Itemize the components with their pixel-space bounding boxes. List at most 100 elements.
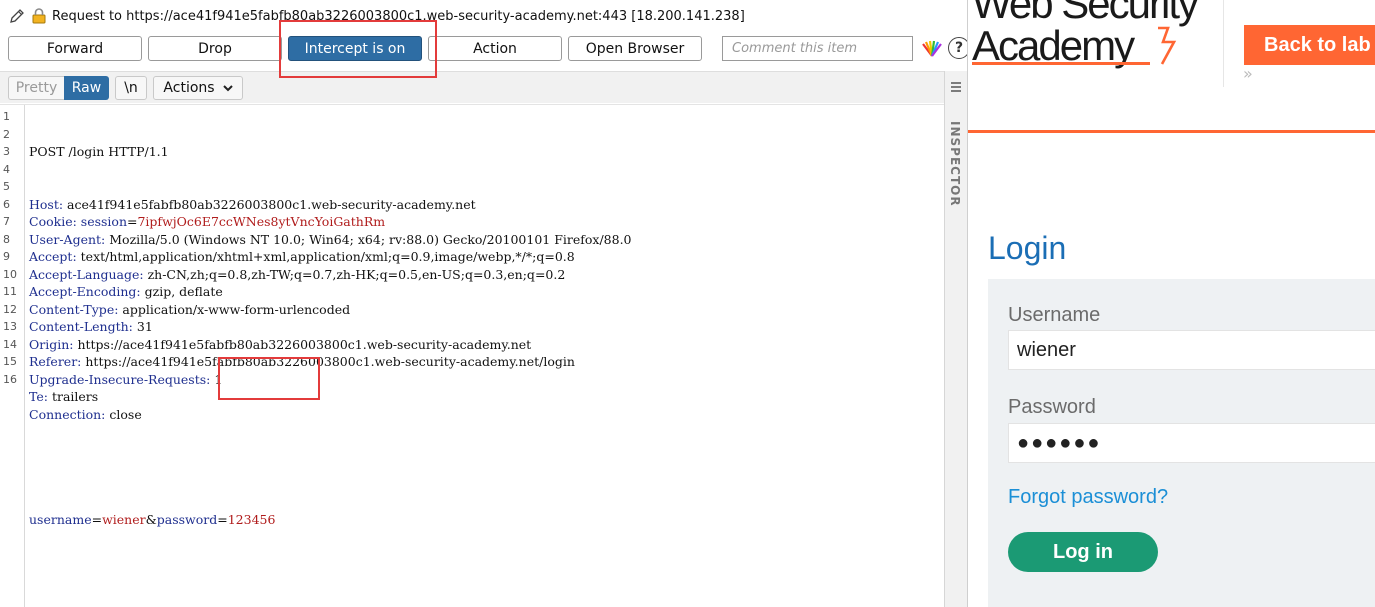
header-line: Content-Type: application/x-www-form-url…: [29, 301, 632, 319]
request-text[interactable]: POST /login HTTP/1.1 Host: ace41f941e5fa…: [29, 108, 632, 563]
line-number: 6: [3, 197, 10, 211]
header-name: Cookie:: [29, 214, 77, 229]
header-name: Upgrade-Insecure-Requests:: [29, 371, 211, 387]
action-button[interactable]: Action: [428, 36, 562, 61]
header-name: Accept-Encoding:: [29, 284, 141, 299]
body-key-username: username: [29, 511, 92, 527]
forward-button[interactable]: Forward: [8, 36, 142, 61]
request-editor[interactable]: 1 2 3 4 5 6 7 8 9 10 11 12 13 14 15 16 POST /login HTTP…: [0, 104, 944, 607]
header-name: User-Agent:: [29, 231, 106, 247]
line-number: 10: [3, 267, 17, 281]
header-divider: [1223, 0, 1224, 87]
highlight-color-icon[interactable]: [921, 38, 943, 60]
editor-actions-menu[interactable]: Actions: [153, 76, 243, 100]
inspector-label: INSPECTOR: [948, 121, 962, 207]
login-button[interactable]: Log in: [1008, 532, 1158, 572]
header-value: zh-CN,zh;q=0.8,zh-TW;q=0.7,zh-HK;q=0.5,e…: [143, 266, 566, 282]
line-number: 16: [3, 372, 17, 386]
header-value: https://ace41f941e5fabfb80ab3226003800c1…: [81, 354, 575, 369]
pencil-icon[interactable]: [8, 7, 26, 25]
line-number: 11: [3, 285, 17, 298]
line-number: 5: [3, 180, 10, 193]
request-headers: Host: ace41f941e5fabfb80ab3226003800c1.w…: [29, 196, 632, 424]
header-name: Referer:: [29, 354, 82, 369]
body-eq: =: [91, 511, 103, 527]
header-value: ace41f941e5fabfb80ab3226003800c1.web-sec…: [63, 196, 476, 212]
double-chevron-icon[interactable]: »: [1243, 64, 1253, 83]
intercept-toggle-button[interactable]: Intercept is on: [288, 36, 422, 61]
inspector-sidebar[interactable]: INSPECTOR: [944, 71, 967, 607]
username-input[interactable]: wiener: [1008, 330, 1375, 370]
newline-toggle-button[interactable]: \n: [115, 76, 147, 100]
header-line: Accept-Language: zh-CN,zh;q=0.8,zh-TW;q=…: [29, 266, 632, 284]
comment-input[interactable]: Comment this item: [722, 36, 913, 61]
line-number: 3: [3, 145, 10, 158]
header-value: gzip, deflate: [140, 284, 223, 299]
web-security-academy-page: Web Security Academy Back to lab » Login…: [967, 0, 1375, 607]
cookie-eq: =: [127, 214, 138, 229]
body-value-username: wiener: [102, 511, 146, 527]
request-start-line: POST /login HTTP/1.1: [29, 144, 169, 159]
header-line: Te: trailers: [29, 388, 632, 406]
header-name: Content-Type:: [29, 301, 119, 317]
request-info-bar: Request to https://ace41f941e5fabfb80ab3…: [8, 6, 745, 26]
page-title: Login: [988, 230, 1067, 266]
header-value: text/html,application/xhtml+xml,applicat…: [76, 249, 575, 264]
header-name: Host:: [29, 196, 64, 212]
cookie-value: 7ipfwjOc6E7ccWNes8ytVncYoiGathRm: [137, 214, 386, 229]
body-value-password: 123456: [227, 511, 276, 527]
cookie-name: session: [80, 214, 127, 229]
header-line: Host: ace41f941e5fabfb80ab3226003800c1.w…: [29, 196, 632, 214]
header-line: Origin: https://ace41f941e5fabfb80ab3226…: [29, 336, 632, 354]
header-line: Connection: close: [29, 406, 632, 424]
header-line: Content-Length: 31: [29, 318, 632, 336]
body-eq: =: [217, 511, 228, 527]
password-input[interactable]: ●●●●●●: [1008, 423, 1375, 463]
line-number: 12: [3, 302, 17, 316]
header-name: Accept-Language:: [29, 266, 144, 282]
editor-actions-label: Actions: [163, 80, 215, 96]
pretty-view-tab[interactable]: Pretty: [8, 76, 64, 100]
header-line: Cookie: session=7ipfwjOc6E7ccWNes8ytVncY…: [29, 213, 632, 231]
line-number: 4: [3, 162, 10, 176]
line-number: 8: [3, 232, 10, 246]
header-value: 1: [210, 371, 223, 387]
header-name: Te:: [29, 389, 48, 404]
academy-bolt-icon: [1158, 26, 1177, 65]
header-name: Origin:: [29, 336, 74, 352]
line-number: 15: [3, 355, 17, 368]
menu-icon[interactable]: [950, 81, 962, 93]
request-target: Request to https://ace41f941e5fabfb80ab3…: [52, 8, 745, 24]
open-browser-button[interactable]: Open Browser: [568, 36, 702, 61]
header-value: trailers: [47, 389, 99, 404]
header-orange-rule: [968, 130, 1375, 133]
forgot-password-link[interactable]: Forgot password?: [1008, 486, 1168, 509]
back-to-lab-button[interactable]: Back to lab: [1244, 25, 1375, 65]
line-number: 13: [3, 320, 17, 333]
header-name: Content-Length:: [29, 319, 133, 334]
request-body: username=wiener&password=123456: [29, 511, 632, 529]
line-number: 2: [3, 127, 10, 141]
password-label: Password: [1008, 396, 1096, 418]
header-name: Connection:: [29, 406, 106, 422]
line-number-gutter: 1 2 3 4 5 6 7 8 9 10 11 12 13 14 15 16: [0, 105, 25, 607]
message-editor-toolbar: Pretty Raw \n Actions: [0, 71, 944, 103]
header-value: https://ace41f941e5fabfb80ab3226003800c1…: [73, 336, 532, 352]
header-value: Mozilla/5.0 (Windows NT 10.0; Win64; x64…: [105, 231, 632, 247]
header-value: 31: [132, 319, 153, 334]
lock-icon: [32, 8, 46, 24]
header-line: Referer: https://ace41f941e5fabfb80ab322…: [29, 353, 632, 371]
header-line: Accept: text/html,application/xhtml+xml,…: [29, 248, 632, 266]
logo-underline: [972, 62, 1150, 65]
header-value: application/x-www-form-urlencoded: [118, 301, 351, 317]
header-line: Accept-Encoding: gzip, deflate: [29, 283, 632, 301]
drop-button[interactable]: Drop: [148, 36, 282, 61]
header-line: User-Agent: Mozilla/5.0 (Windows NT 10.0…: [29, 231, 632, 249]
header-line: Upgrade-Insecure-Requests: 1: [29, 371, 632, 389]
header-value: close: [105, 406, 142, 422]
line-number: 9: [3, 250, 10, 263]
raw-view-tab[interactable]: Raw: [64, 76, 109, 100]
header-name: Accept:: [29, 249, 77, 264]
body-key-password: password: [156, 511, 218, 527]
